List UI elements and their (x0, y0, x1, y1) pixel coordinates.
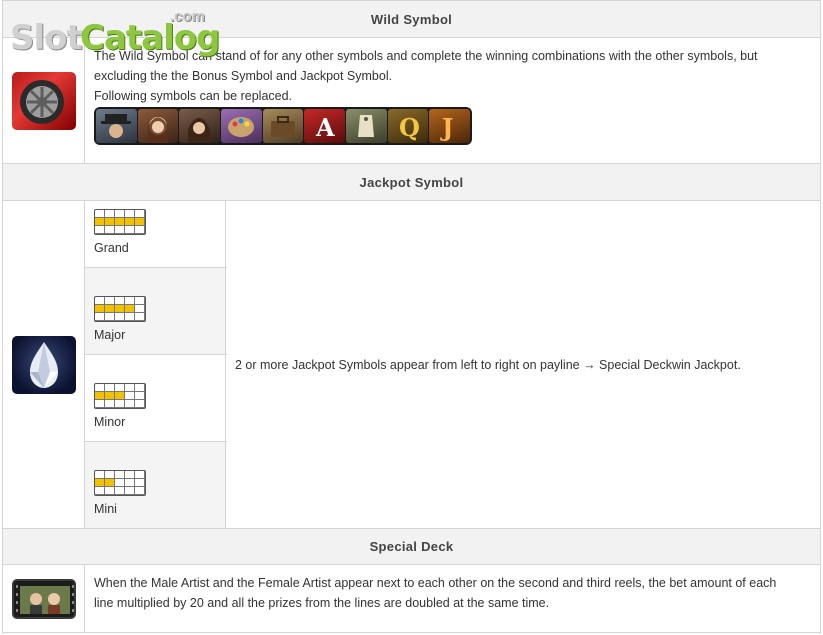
major-payline-grid-icon (94, 296, 146, 322)
jackpot-symbol-header: Jackpot Symbol (3, 163, 820, 201)
woman-symbol-icon (137, 109, 179, 143)
queen-symbol-icon: Q (387, 109, 429, 143)
tag-symbol-icon (346, 109, 387, 143)
replaceable-symbols-strip: A Q J (94, 107, 472, 145)
logo-com-text: .com (170, 8, 206, 25)
grand-label: Grand (94, 241, 129, 255)
car-wheel-icon (11, 72, 76, 130)
special-text-line-2: line multiplied by 20 and all the prizes… (94, 596, 550, 610)
jackpot-symbol-row: Grand Major Minor Mini 2 or more Jackpot… (3, 201, 820, 528)
paytable-sheet: Wild Symbol The Wild Symbol can stand of… (2, 0, 821, 634)
minor-label: Minor (94, 415, 126, 429)
special-text-line-1: When the Male Artist and the Female Arti… (94, 576, 777, 590)
jackpot-level-grand: Grand (85, 201, 226, 268)
minor-payline-grid-icon (94, 383, 146, 409)
bag-symbol-icon (262, 109, 304, 143)
diamond-icon (11, 335, 76, 394)
wild-text-line-2: excluding the the Bonus Symbol and Jackp… (94, 69, 393, 83)
jack-symbol-icon: J (429, 109, 471, 143)
jackpot-description-text: 2 or more Jackpot Symbols appear from le… (235, 357, 741, 372)
major-label: Major (94, 328, 126, 342)
special-deck-description: When the Male Artist and the Female Arti… (94, 565, 820, 632)
special-deck-row: When the Male Artist and the Female Arti… (3, 565, 820, 632)
jackpot-symbol-title: Jackpot Symbol (359, 174, 464, 190)
jackpot-description: 2 or more Jackpot Symbols appear from le… (235, 201, 820, 528)
logo-slot-text: Slot (10, 18, 83, 58)
girl-symbol-icon (179, 109, 221, 143)
paint-palette-symbol-icon (221, 109, 262, 143)
jackpot-level-major: Major (85, 268, 226, 355)
grand-payline-grid-icon (94, 209, 146, 235)
jackpot-icon-cell (3, 201, 85, 528)
special-deck-header: Special Deck (3, 528, 820, 565)
film-strip-icon (11, 578, 76, 619)
svg-text:J: J (440, 113, 453, 142)
special-deck-title: Special Deck (369, 539, 454, 554)
special-icon-cell (3, 565, 85, 632)
svg-text:A: A (315, 113, 335, 142)
wild-text-line-3: Following symbols can be replaced. (94, 89, 293, 103)
hat-man-symbol-icon (96, 109, 137, 143)
svg-text:Q: Q (399, 113, 420, 142)
wild-symbol-title: Wild Symbol (370, 11, 453, 27)
mini-payline-grid-icon (94, 470, 146, 496)
jackpot-level-minor: Minor (85, 355, 226, 442)
jackpot-level-mini: Mini (85, 442, 226, 528)
slotcatalog-logo: Slot Catalog .com (10, 8, 220, 60)
ace-symbol-icon: A (304, 109, 346, 143)
mini-label: Mini (94, 502, 117, 516)
